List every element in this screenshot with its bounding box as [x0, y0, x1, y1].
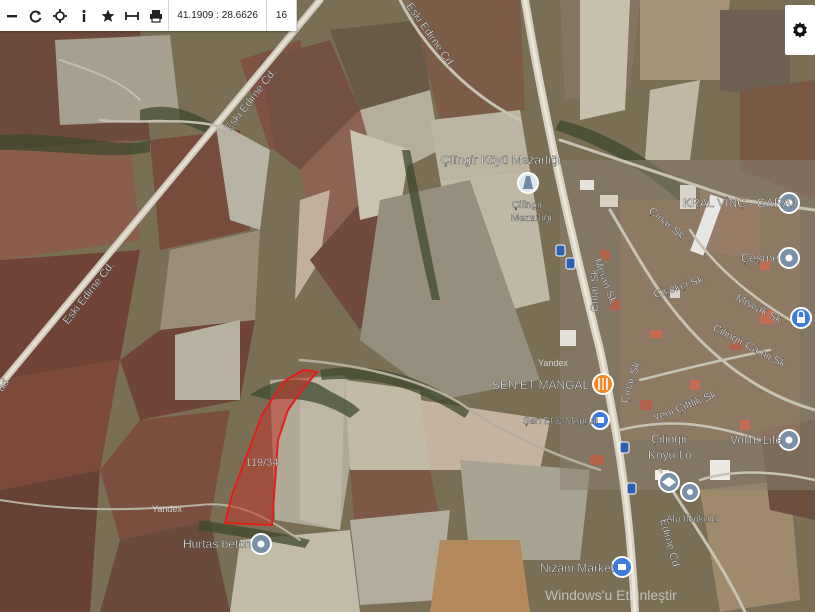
poi-label-sen-et: ŞEN ET MANGAL	[492, 378, 589, 392]
poi-label-kral-vinc: KRAL VİNÇ - GARAJ	[683, 196, 797, 210]
satellite-map[interactable]: 119/34 Eski Edirne Cd. Eski Edirne Cd. E…	[0, 0, 815, 612]
windows-watermark: Windows'u Etkinleştir	[545, 587, 677, 603]
star-icon	[101, 9, 115, 22]
poi-lock[interactable]	[790, 307, 812, 329]
poi-label-mezarligi: Çilingir Köyü Mezarlığı	[441, 153, 561, 167]
poi-hurtas[interactable]	[250, 533, 272, 555]
refresh-button[interactable]	[24, 0, 48, 31]
poi-label-sen-et-sub: Şen Et & Mangal	[523, 416, 598, 427]
minus-icon	[7, 14, 18, 17]
poi-cesme[interactable]	[778, 247, 800, 269]
poi-label-mezarligi-sub1: Çilingir	[512, 200, 543, 211]
toolbar-divider	[296, 0, 297, 31]
refresh-icon	[29, 10, 42, 22]
place-icon	[687, 489, 693, 495]
poi-sen-et[interactable]	[592, 373, 614, 395]
zoom-out-button[interactable]	[0, 0, 24, 31]
print-button[interactable]	[144, 0, 168, 31]
yandex-label-2: Yandex	[538, 358, 568, 368]
poi-nizam[interactable]	[611, 556, 633, 578]
poi-cilingir-school[interactable]	[658, 471, 680, 493]
poi-label-nizam: Nizam Market	[540, 561, 615, 575]
poi-alp[interactable]	[680, 482, 700, 502]
favorite-button[interactable]	[96, 0, 120, 31]
yandex-label-1: Yandex	[152, 504, 182, 514]
place-icon	[785, 254, 793, 262]
measure-icon	[125, 11, 140, 20]
print-icon	[150, 9, 163, 23]
map-toolbar: 41.1909 : 28.6626 16	[0, 0, 297, 31]
poi-mezarligi[interactable]	[517, 172, 539, 194]
zoom-level: 16	[275, 10, 288, 21]
measure-button[interactable]	[120, 0, 144, 31]
gear-icon	[793, 22, 807, 38]
coordinates-readout: 41.1909 : 28.6626	[177, 10, 258, 21]
poi-label-alp: Alp İlkokulu	[666, 512, 717, 525]
poi-label-volim: Volim Life	[730, 433, 782, 447]
cart-icon	[618, 564, 626, 570]
lock-icon	[797, 317, 805, 323]
locate-icon	[53, 8, 68, 23]
locate-button[interactable]	[48, 0, 72, 31]
place-icon	[785, 436, 793, 444]
info-icon	[82, 9, 86, 22]
poi-label-cilingir-2: Köyü İ.o	[648, 448, 692, 462]
poi-label-mezarligi-sub2: Mezarlığı	[511, 213, 552, 224]
parcel-label: 119/34	[246, 457, 279, 469]
settings-button[interactable]	[785, 5, 815, 55]
poi-label-cesme: Çeşme	[741, 251, 779, 265]
info-button[interactable]	[72, 0, 96, 31]
place-icon	[257, 540, 265, 548]
poi-label-cilingir-1: Çilingir	[651, 432, 688, 446]
poi-label-hurtas: Hurtas beton	[183, 537, 252, 551]
